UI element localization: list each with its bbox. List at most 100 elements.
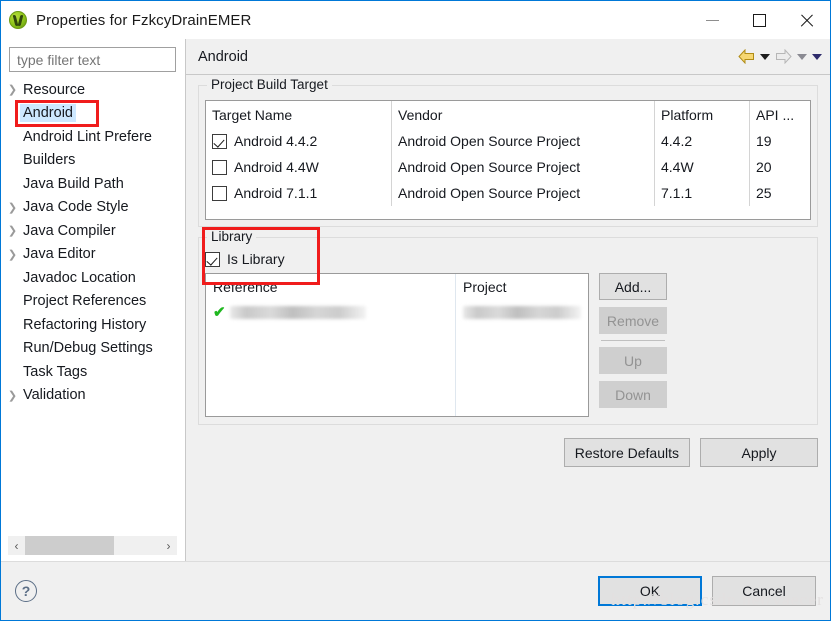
chevron-right-icon[interactable]: ❯ [4,248,21,261]
sidebar-item-java-compiler[interactable]: ❯ Java Compiler [4,219,184,243]
cell-target-name[interactable]: Android 7.1.1 [206,180,392,206]
minimize-button[interactable] [689,1,736,39]
sidebar-item-label: Validation [23,387,86,404]
target-name-label: Android 7.1.1 [234,185,318,201]
restore-defaults-button[interactable]: Restore Defaults [563,438,690,467]
sidebar-item-label: Builders [23,152,76,169]
is-library-row[interactable]: Is Library [205,251,811,267]
button-gap [599,374,667,381]
cell-vendor: Android Open Source Project [392,154,655,180]
dialog-footer: ? OK Cancel http://blog.csdn.net/vaecer [1,561,830,620]
cell-api: 25 [756,185,772,201]
sidebar-item-run-debug-settings[interactable]: ❯Run/Debug Settings [4,337,184,361]
table-row[interactable]: Android 4.4.2 Android Open Source Project… [206,128,810,154]
sidebar-item-task-tags[interactable]: ❯Task Tags [4,360,184,384]
sidebar-item-label: Run/Debug Settings [23,340,153,357]
window-controls [689,1,830,39]
ok-button[interactable]: OK [598,576,702,606]
target-checkbox[interactable] [212,159,227,175]
cell-platform: 4.4.2 [655,128,750,154]
sidebar-item-java-editor[interactable]: ❯ Java Editor [4,243,184,267]
project-value-redacted [463,305,581,319]
sidebar-item-label: Android [20,104,76,123]
sidebar-item-label: Project References [23,293,147,310]
list-item[interactable] [456,300,588,324]
button-separator [601,340,665,341]
build-target-table: Target Name Vendor Platform API ... Andr… [205,100,811,220]
cell-vendor: Android Open Source Project [392,128,655,154]
scroll-thumb[interactable] [25,536,115,555]
cell-target-name[interactable]: Android 4.4.2 [206,128,392,154]
sidebar-item-project-references[interactable]: ❯Project References [4,290,184,314]
project-column: Project [456,274,588,416]
sidebar-item-builders[interactable]: ❯Builders [4,149,184,173]
help-icon[interactable]: ? [15,580,37,602]
sidebar-item-resource[interactable]: ❯ Resource [4,78,184,102]
project-build-target-title: Project Build Target [207,77,332,92]
page-action-buttons: Restore Defaults Apply [198,425,818,477]
add-button[interactable]: Add... [599,273,667,300]
column-header-project[interactable]: Project [456,274,588,300]
sidebar-item-java-code-style[interactable]: ❯ Java Code Style [4,196,184,220]
reference-column: Reference ✔ [206,274,456,416]
library-reference-list[interactable]: Reference ✔ Project [205,273,589,417]
library-group-title: Library [207,229,257,244]
down-button: Down [599,381,667,408]
column-header-vendor[interactable]: Vendor [392,101,655,128]
view-menu-dropdown-icon[interactable] [812,53,822,60]
sidebar-item-label: Java Code Style [23,199,129,216]
scroll-right-icon[interactable]: › [160,536,177,555]
sidebar-item-javadoc-location[interactable]: ❯Javadoc Location [4,266,184,290]
page-title: Android [198,48,248,65]
cell-target-name[interactable]: Android 4.4W [206,154,392,180]
sidebar-item-label: Task Tags [23,363,88,380]
settings-tree: ❯Resource❯Android❯Android Lint Prefere❯B… [1,78,184,536]
target-name-label: Android 4.4W [234,159,319,175]
remove-button: Remove [599,307,667,334]
column-header-platform[interactable]: Platform [655,101,750,128]
maximize-button[interactable] [736,1,783,39]
sidebar-horizontal-scrollbar[interactable]: ‹ › [8,536,177,555]
target-name-label: Android 4.4.2 [234,133,318,149]
column-header-target-name[interactable]: Target Name [206,101,392,128]
sidebar-item-android-lint-prefere[interactable]: ❯Android Lint Prefere [4,125,184,149]
list-item[interactable]: ✔ [206,300,455,324]
sidebar-item-java-build-path[interactable]: ❯Java Build Path [4,172,184,196]
target-checkbox[interactable] [212,185,227,201]
sidebar-item-label: Android Lint Prefere [23,128,152,145]
cancel-button[interactable]: Cancel [712,576,816,606]
page-header: Android [186,39,830,75]
forward-arrow-icon [775,48,792,65]
minimize-icon [706,19,719,21]
footer-buttons: OK Cancel [598,576,816,606]
page-nav-group [738,48,822,65]
scroll-left-icon[interactable]: ‹ [8,536,25,555]
library-frame: Is Library Reference ✔ Project Add... Re… [198,237,818,425]
chevron-right-icon[interactable]: ❯ [4,389,21,402]
sidebar-item-refactoring-history[interactable]: ❯Refactoring History [4,313,184,337]
chevron-right-icon[interactable]: ❯ [4,224,21,237]
back-arrow-icon[interactable] [738,48,755,65]
back-dropdown-icon[interactable] [760,53,770,60]
sidebar-item-android[interactable]: ❯Android [4,102,184,126]
apply-button[interactable]: Apply [700,438,818,467]
button-gap [599,300,667,307]
library-group: Library Is Library Reference ✔ Project A… [198,227,818,425]
column-header-api[interactable]: API ... [750,101,810,128]
chevron-right-icon[interactable]: ❯ [4,201,21,214]
sidebar-item-validation[interactable]: ❯ Validation [4,384,184,408]
target-checkbox[interactable] [212,133,227,149]
reference-value-redacted [229,305,366,319]
scroll-track[interactable] [25,536,160,555]
close-button[interactable] [783,1,830,39]
filter-box[interactable] [9,47,176,72]
chevron-right-icon[interactable]: ❯ [4,83,21,96]
table-row[interactable]: Android 4.4W Android Open Source Project 4… [206,154,810,180]
eclipse-app-icon [9,11,27,29]
search-input[interactable] [15,50,170,69]
column-header-reference[interactable]: Reference [206,274,455,300]
is-library-checkbox[interactable] [205,251,220,267]
table-row[interactable]: Android 7.1.1 Android Open Source Project… [206,180,810,206]
settings-sidebar: ❯Resource❯Android❯Android Lint Prefere❯B… [1,39,185,561]
page-content: Project Build Target Target Name Vendor … [186,75,830,561]
